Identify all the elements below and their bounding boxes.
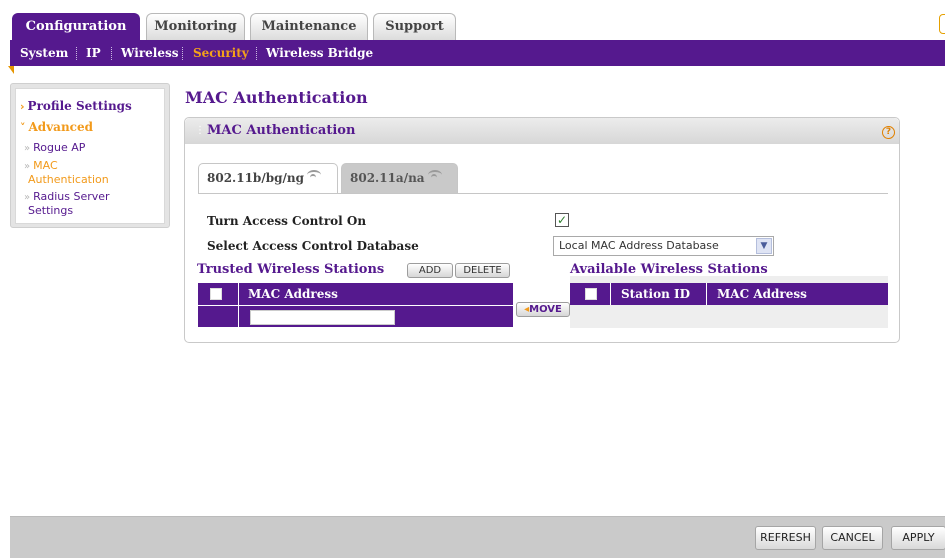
available-col-station-id: Station ID — [621, 287, 691, 301]
tab-802-11bgng[interactable]: 802.11b/bg/ng — [198, 163, 338, 194]
menu-advanced-label: Advanced — [28, 120, 94, 134]
tab-802-11ana-label: 802.11a/na — [350, 171, 425, 185]
panel-title: MAC Authentication — [207, 123, 356, 138]
trusted-col-mac-address: MAC Address — [248, 287, 338, 301]
wifi-icon — [427, 170, 442, 180]
wifi-icon — [306, 170, 321, 180]
available-col-mac-address: MAC Address — [717, 287, 807, 301]
database-select-value: Local MAC Address Database — [559, 239, 719, 252]
menu-radius-server-settings[interactable]: » Radius Server Settings — [24, 189, 110, 217]
page-title: MAC Authentication — [185, 88, 368, 107]
tab-support[interactable]: Support — [373, 13, 456, 40]
menu-rogue-ap[interactable]: » Rogue AP — [24, 140, 85, 154]
bullet-icon: » — [24, 192, 31, 203]
database-label: Select Access Control Database — [207, 239, 419, 253]
left-menu-inner: › Profile Settings ˅ Advanced » Rogue AP » M… — [15, 88, 165, 224]
menu-radius-label-1: Radius Server — [33, 190, 110, 203]
mac-authentication-panel: ⋮⋮ MAC Authentication ? 802.11b/bg/ng 80… — [184, 117, 900, 343]
bullet-icon: » — [24, 143, 31, 154]
tab-monitoring[interactable]: Monitoring — [146, 13, 245, 40]
tab-802-11bgng-label: 802.11b/bg/ng — [207, 171, 304, 185]
move-button[interactable]: ◂MOVE — [516, 302, 570, 317]
chevron-down-icon: ˅ — [20, 121, 26, 134]
menu-radius-label-2: Settings — [28, 204, 74, 217]
available-select-all-checkbox[interactable] — [585, 288, 597, 300]
menu-rogue-ap-label: Rogue AP — [33, 141, 86, 154]
subnav-ip[interactable]: IP — [86, 46, 101, 60]
top-tab-bar: Configuration Monitoring Maintenance Sup… — [0, 0, 945, 41]
tab-802-11ana[interactable]: 802.11a/na — [341, 163, 458, 193]
menu-mac-auth-label-2: Authentication — [28, 173, 109, 186]
chevron-down-icon[interactable]: ▼ — [756, 238, 772, 254]
top-right-corner-decoration — [939, 14, 945, 34]
sub-navigation-bar: System IP Wireless Security Wireless Bri… — [10, 40, 945, 66]
subnav-wireless-bridge[interactable]: Wireless Bridge — [266, 46, 373, 60]
tab-maintenance[interactable]: Maintenance — [250, 13, 368, 40]
footer-bar: REFRESH CANCEL APPLY — [10, 516, 945, 558]
menu-profile-settings-label: Profile Settings — [27, 99, 132, 113]
subnav-separator — [182, 47, 183, 60]
column-divider — [610, 283, 611, 305]
database-select[interactable]: Local MAC Address Database ▼ — [553, 236, 774, 256]
cancel-button[interactable]: CANCEL — [822, 526, 883, 550]
menu-mac-authentication[interactable]: » MAC Authentication — [24, 158, 109, 186]
panel-header: ⋮⋮ MAC Authentication ? — [185, 118, 899, 144]
delete-button[interactable]: DELETE — [455, 263, 510, 278]
available-stations-table-header: Station ID MAC Address — [570, 283, 888, 305]
menu-profile-settings[interactable]: › Profile Settings — [20, 99, 132, 113]
left-menu: › Profile Settings ˅ Advanced » Rogue AP » M… — [10, 83, 170, 228]
subnav-separator — [76, 47, 77, 60]
trusted-stations-table: MAC Address — [198, 283, 513, 327]
subnav-system[interactable]: System — [20, 46, 68, 60]
refresh-button[interactable]: REFRESH — [755, 526, 816, 550]
available-stations-area: Station ID MAC Address — [570, 276, 888, 328]
menu-advanced[interactable]: ˅ Advanced — [20, 120, 93, 134]
trusted-stations-title: Trusted Wireless Stations — [197, 262, 385, 277]
available-stations-title: Available Wireless Stations — [570, 262, 768, 277]
access-control-label: Turn Access Control On — [207, 214, 367, 228]
header-row-divider — [198, 305, 513, 306]
access-control-checkbox[interactable]: ✓ — [555, 213, 569, 227]
tab-divider — [198, 193, 888, 194]
column-divider — [706, 283, 707, 305]
subnav-wireless[interactable]: Wireless — [121, 46, 179, 60]
menu-mac-auth-label-1: MAC — [33, 159, 58, 172]
subnav-security[interactable]: Security — [193, 46, 249, 60]
help-icon[interactable]: ? — [882, 126, 895, 139]
mac-address-input[interactable] — [250, 310, 395, 325]
subnav-separator — [256, 47, 257, 60]
chevron-right-icon: › — [20, 100, 25, 113]
subnav-accent-triangle — [8, 66, 14, 74]
apply-button[interactable]: APPLY — [891, 526, 945, 550]
bullet-icon: » — [24, 161, 31, 172]
trusted-select-all-checkbox[interactable] — [210, 288, 222, 300]
move-button-label: MOVE — [529, 304, 562, 315]
add-button[interactable]: ADD — [407, 263, 453, 278]
tab-configuration[interactable]: Configuration — [12, 13, 140, 41]
subnav-separator — [111, 47, 112, 60]
